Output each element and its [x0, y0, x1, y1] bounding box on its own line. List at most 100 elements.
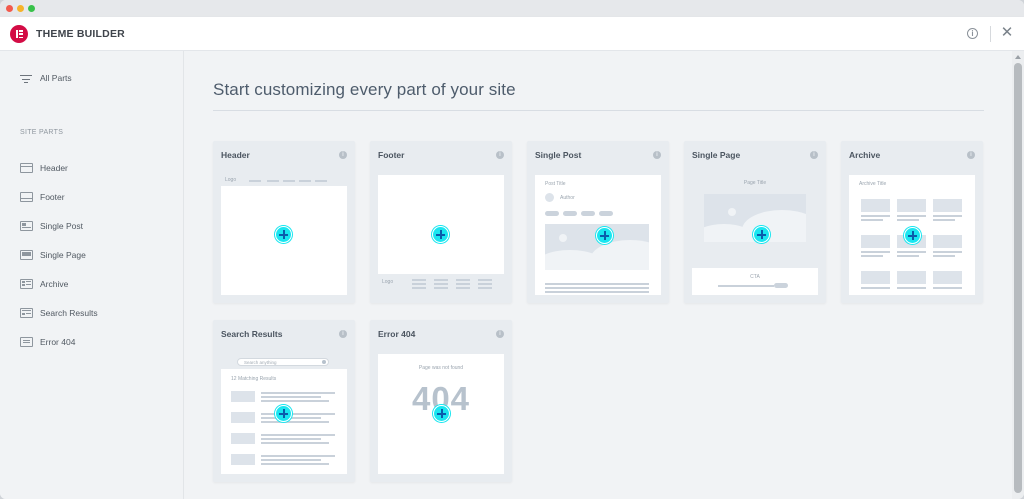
info-icon[interactable]: i: [967, 28, 978, 39]
wireframe-nav-line: [315, 180, 327, 182]
sidebar: All Parts SITE PARTS Header Footer Singl…: [0, 51, 184, 499]
app-window: THEME BUILDER i ✕ All Parts SITE PARTS H…: [0, 0, 1024, 499]
card-header[interactable]: Header i Logo: [213, 141, 355, 303]
info-icon[interactable]: i: [967, 151, 975, 159]
app-header: THEME BUILDER i ✕: [0, 17, 1024, 51]
filter-icon: [20, 75, 32, 84]
header-layout-icon: [20, 163, 33, 173]
wireframe-footer-line: [412, 283, 426, 285]
sidebar-item-error-404[interactable]: Error 404: [20, 337, 170, 349]
window-maximize-dot[interactable]: [28, 5, 35, 12]
add-single-page-button[interactable]: [753, 226, 770, 243]
error-404-icon: [20, 337, 33, 347]
wireframe-nav-line: [299, 180, 311, 182]
close-icon[interactable]: ✕: [1000, 25, 1014, 41]
search-results-icon: [20, 308, 33, 318]
wireframe-logo: Logo: [382, 279, 394, 285]
sidebar-item-archive[interactable]: Archive: [20, 279, 170, 291]
scroll-up-arrow-icon[interactable]: [1015, 55, 1021, 59]
wireframe-nav-line: [249, 180, 261, 182]
card-single-post[interactable]: Single Post i Post Title Author: [527, 141, 669, 303]
window-close-dot[interactable]: [6, 5, 13, 12]
card-error-404[interactable]: Error 404 i Page was not found 404: [370, 320, 512, 482]
card-preview: Post Title Author: [535, 175, 661, 295]
card-title: Error 404: [378, 329, 416, 339]
card-preview: Archive Title: [849, 175, 975, 295]
card-footer[interactable]: Footer i Logo: [370, 141, 512, 303]
sidebar-item-label: Error 404: [40, 337, 76, 347]
info-icon[interactable]: i: [496, 330, 504, 338]
info-icon[interactable]: i: [810, 151, 818, 159]
card-title: Archive: [849, 150, 881, 160]
card-preview: Logo: [378, 175, 504, 295]
card-title: Header: [221, 150, 250, 160]
sidebar-item-single-post[interactable]: Single Post: [20, 221, 170, 233]
single-page-icon: [20, 250, 33, 260]
title-divider: [213, 110, 984, 111]
card-title: Footer: [378, 150, 405, 160]
wireframe-nav-line: [283, 180, 295, 182]
wireframe-text-line: [545, 287, 649, 289]
header-divider: [990, 26, 991, 42]
window-minimize-dot[interactable]: [17, 5, 24, 12]
card-archive[interactable]: Archive i Archive Title: [841, 141, 983, 303]
sidebar-item-label: Footer: [40, 192, 65, 202]
add-single-post-button[interactable]: [596, 227, 613, 244]
wireframe-footer-line: [412, 287, 426, 289]
wireframe-tag: [581, 211, 595, 216]
sidebar-item-search-results[interactable]: Search Results: [20, 308, 170, 320]
card-title: Single Post: [535, 150, 582, 160]
info-icon[interactable]: i: [339, 330, 347, 338]
sidebar-item-label: Search Results: [40, 308, 98, 318]
search-icon: [322, 360, 326, 364]
all-parts-label: All Parts: [40, 73, 72, 83]
site-parts-heading: SITE PARTS: [20, 129, 64, 136]
wireframe-nav-line: [267, 180, 279, 182]
wireframe-author: Author: [560, 195, 575, 201]
wireframe-tag: [599, 211, 613, 216]
sidebar-item-label: Single Post: [40, 221, 83, 231]
wireframe-footer-bar: [378, 274, 504, 295]
info-icon[interactable]: i: [339, 151, 347, 159]
wireframe-footer-line: [478, 283, 492, 285]
footer-layout-icon: [20, 192, 33, 202]
sidebar-item-footer[interactable]: Footer: [20, 192, 170, 204]
wireframe-footer-line: [434, 287, 448, 289]
wireframe-footer-line: [456, 283, 470, 285]
card-preview: Search anything 12 Matching Results: [221, 354, 347, 474]
card-title: Search Results: [221, 329, 283, 339]
add-error-404-button[interactable]: [433, 405, 450, 422]
page-title: Start customizing every part of your sit…: [213, 80, 516, 99]
wireframe-tag: [563, 211, 577, 216]
wireframe-cta-button: [774, 283, 788, 288]
info-icon[interactable]: i: [653, 151, 661, 159]
card-title: Single Page: [692, 150, 741, 160]
card-preview: Logo: [221, 175, 347, 295]
app-title: THEME BUILDER: [36, 28, 125, 40]
card-search-results[interactable]: Search Results i Search anything 12 Matc…: [213, 320, 355, 482]
sidebar-item-header[interactable]: Header: [20, 163, 170, 175]
elementor-logo-icon: [10, 25, 28, 43]
wireframe-footer-line: [478, 279, 492, 281]
archive-grid-icon: [20, 279, 33, 289]
wireframe-post-title: Post Title: [545, 181, 566, 187]
add-search-results-button[interactable]: [275, 405, 292, 422]
wireframe-footer-line: [456, 279, 470, 281]
sidebar-item-label: Header: [40, 163, 68, 173]
wireframe-avatar: [545, 193, 554, 202]
card-single-page[interactable]: Single Page i Page Title CTA: [684, 141, 826, 303]
info-icon[interactable]: i: [496, 151, 504, 159]
wireframe-footer-line: [478, 287, 492, 289]
wireframe-tag: [545, 211, 559, 216]
sidebar-item-single-page[interactable]: Single Page: [20, 250, 170, 262]
add-footer-button[interactable]: [432, 226, 449, 243]
wireframe-footer-line: [434, 283, 448, 285]
wireframe-text-line: [545, 283, 649, 285]
wireframe-page-title: Page Title: [743, 180, 767, 186]
add-header-button[interactable]: [275, 226, 292, 243]
sidebar-item-label: Single Page: [40, 250, 86, 260]
wireframe-archive-title: Archive Title: [859, 181, 887, 187]
search-placeholder: Search anything: [244, 359, 277, 365]
scrollbar-thumb[interactable]: [1014, 63, 1022, 493]
add-archive-button[interactable]: [904, 227, 921, 244]
